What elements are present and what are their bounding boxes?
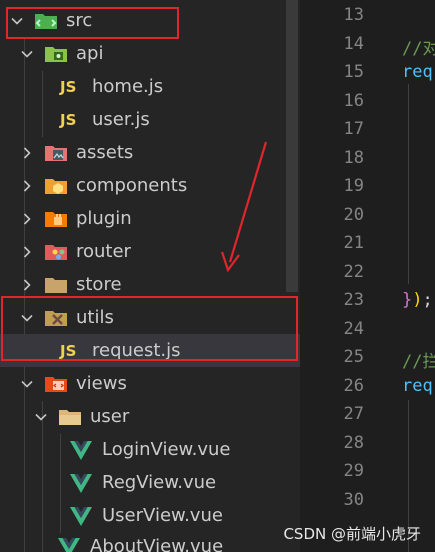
- line-number: 27: [343, 404, 364, 424]
- tree-item-api[interactable]: api: [0, 37, 300, 70]
- chevron-right-icon: [20, 245, 34, 259]
- code-closing: });: [402, 290, 433, 310]
- tree-item-user-folder[interactable]: user: [0, 400, 300, 433]
- line-number: 14: [343, 34, 364, 54]
- vue-file-icon: [70, 506, 92, 526]
- tree-item-loginview-vue[interactable]: LoginView.vue: [0, 433, 300, 466]
- highlight-box-utils: [1, 296, 298, 361]
- tree-item-label: plugin: [76, 208, 132, 229]
- tree-item-label: assets: [76, 142, 134, 163]
- vue-file-icon: [70, 473, 92, 493]
- line-number: 25: [343, 347, 364, 367]
- folder-components-icon: [44, 175, 68, 197]
- watermark: CSDN @前端小虎牙: [283, 525, 421, 543]
- code-editor[interactable]: 13 14 15 16 17 18 19 20 21 22 23 24 25 2…: [300, 0, 435, 552]
- line-number: 13: [343, 5, 364, 25]
- tree-item-home-js[interactable]: JS home.js: [0, 70, 300, 103]
- tree-item-label: AboutView.vue: [90, 536, 224, 552]
- line-number: 19: [343, 176, 364, 196]
- folder-views-icon: [44, 373, 68, 395]
- js-file-icon: JS: [60, 110, 77, 129]
- file-explorer: src api JS home.js JS user.js assets com…: [0, 0, 300, 552]
- chevron-right-icon: [20, 146, 34, 160]
- vue-file-icon: [58, 537, 80, 552]
- tree-item-aboutview-vue[interactable]: AboutView.vue: [0, 530, 300, 552]
- tree-item-userview-vue[interactable]: UserView.vue: [0, 499, 300, 532]
- line-number: 22: [343, 262, 364, 282]
- line-number: 30: [343, 490, 364, 510]
- tree-item-label: api: [76, 43, 104, 64]
- tree-item-label: store: [76, 274, 122, 295]
- tree-item-label: UserView.vue: [102, 505, 223, 526]
- code-semicolon: ;: [422, 290, 433, 310]
- js-file-icon: JS: [60, 77, 77, 96]
- tree-item-label: LoginView.vue: [102, 439, 231, 460]
- tree-item-regview-vue[interactable]: RegView.vue: [0, 466, 300, 499]
- tree-item-assets[interactable]: assets: [0, 136, 300, 169]
- code-brace: }: [402, 290, 413, 310]
- line-number: 29: [343, 461, 364, 481]
- indent-guide: [408, 84, 409, 284]
- line-number: 24: [343, 319, 364, 339]
- tree-item-plugin[interactable]: plugin: [0, 202, 300, 235]
- code-paren: ): [412, 290, 423, 310]
- tree-item-components[interactable]: components: [0, 169, 300, 202]
- line-number: 18: [343, 148, 364, 168]
- tree-item-label: home.js: [92, 76, 164, 97]
- chevron-down-icon: [20, 47, 34, 61]
- tree-item-router[interactable]: router: [0, 235, 300, 268]
- code-identifier: req: [402, 62, 433, 82]
- line-number: 28: [343, 433, 364, 453]
- chevron-right-icon: [20, 179, 34, 193]
- line-number: 21: [343, 233, 364, 253]
- chevron-right-icon: [20, 212, 34, 226]
- tree-item-label: RegView.vue: [102, 472, 217, 493]
- folder-router-icon: [44, 241, 68, 263]
- folder-store-icon: [44, 274, 68, 296]
- tree-item-label: views: [76, 373, 127, 394]
- line-number: 16: [343, 91, 364, 111]
- chevron-down-icon: [34, 410, 48, 424]
- line-number: 17: [343, 119, 364, 139]
- code-identifier: req: [402, 376, 433, 396]
- chevron-down-icon: [20, 377, 34, 391]
- line-number: 26: [343, 376, 364, 396]
- tree-item-label: router: [76, 241, 131, 262]
- code-comment: //对: [402, 39, 435, 59]
- highlight-box-src: [6, 7, 179, 39]
- tree-item-user-js[interactable]: JS user.js: [0, 103, 300, 136]
- line-number: 20: [343, 205, 364, 225]
- tree-item-label: components: [76, 175, 188, 196]
- vue-file-icon: [70, 440, 92, 460]
- chevron-right-icon: [20, 278, 34, 292]
- code-comment: //拦: [402, 352, 435, 372]
- folder-plugin-icon: [44, 208, 68, 230]
- tree-item-label: user: [90, 406, 130, 427]
- folder-assets-icon: [44, 142, 68, 164]
- tree-item-label: user.js: [92, 109, 150, 130]
- folder-icon: [58, 406, 82, 428]
- line-number: 15: [343, 62, 364, 82]
- folder-api-icon: [44, 43, 68, 65]
- line-number: 23: [343, 290, 364, 310]
- tree-item-views[interactable]: views: [0, 367, 300, 400]
